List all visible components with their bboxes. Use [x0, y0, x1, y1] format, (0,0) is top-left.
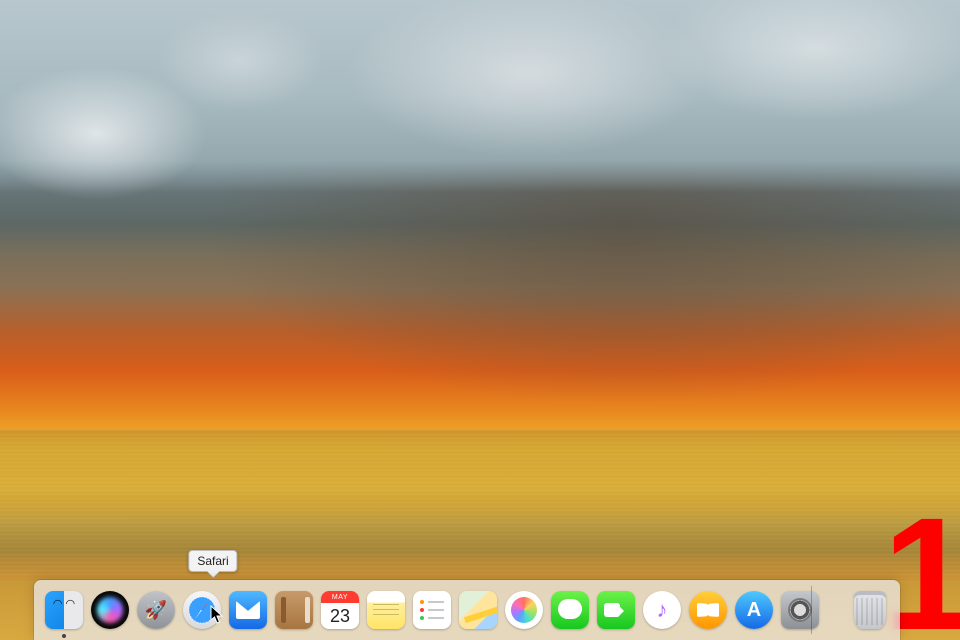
itunes-icon: [643, 591, 681, 629]
maps-icon: [459, 591, 497, 629]
compass-icon: [187, 595, 217, 625]
dock-tooltip: Safari: [188, 550, 237, 572]
desktop-wallpaper: 1 Safari: [0, 0, 960, 640]
calendar-icon-day: 23: [321, 603, 359, 629]
siri-icon: [91, 591, 129, 629]
dock-container: MAY 23: [0, 570, 960, 640]
gear-icon: [781, 591, 819, 629]
dock-item-messages[interactable]: [550, 590, 590, 630]
ibooks-icon: [689, 591, 727, 629]
dock-item-ibooks[interactable]: [688, 590, 728, 630]
contacts-icon: [275, 591, 313, 629]
mail-icon: [229, 591, 267, 629]
dock-item-itunes[interactable]: [642, 590, 682, 630]
dock-item-notes[interactable]: [366, 590, 406, 630]
dock-item-reminders[interactable]: [412, 590, 452, 630]
dock-item-appstore[interactable]: [734, 590, 774, 630]
calendar-icon: MAY 23: [321, 591, 359, 629]
photos-icon: [505, 591, 543, 629]
dock-item-finder[interactable]: [44, 590, 84, 630]
dock-item-mail[interactable]: [228, 590, 268, 630]
trash-icon: [854, 591, 886, 629]
dock-item-maps[interactable]: [458, 590, 498, 630]
messages-icon: [551, 591, 589, 629]
dock-tooltip-label: Safari: [197, 554, 228, 568]
dock-item-launchpad[interactable]: [136, 590, 176, 630]
dock-item-photos[interactable]: [504, 590, 544, 630]
dock-item-siri[interactable]: [90, 590, 130, 630]
facetime-icon: [597, 591, 635, 629]
reminders-icon: [413, 591, 451, 629]
notes-icon: [367, 591, 405, 629]
dock-item-calendar[interactable]: MAY 23: [320, 590, 360, 630]
calendar-icon-month: MAY: [321, 591, 359, 603]
finder-icon: [45, 591, 83, 629]
dock-item-contacts[interactable]: [274, 590, 314, 630]
dock-item-facetime[interactable]: [596, 590, 636, 630]
wallpaper-lake-reflection: [0, 430, 960, 580]
appstore-icon: [735, 591, 773, 629]
safari-icon: [183, 591, 221, 629]
dock: MAY 23: [34, 580, 900, 640]
running-indicator: [62, 634, 66, 638]
wallpaper-mountains: [0, 0, 960, 243]
launchpad-icon: [137, 591, 175, 629]
dock-item-safari[interactable]: [182, 590, 222, 630]
dock-item-trash[interactable]: [850, 590, 890, 630]
dock-item-system-preferences[interactable]: [780, 590, 820, 630]
